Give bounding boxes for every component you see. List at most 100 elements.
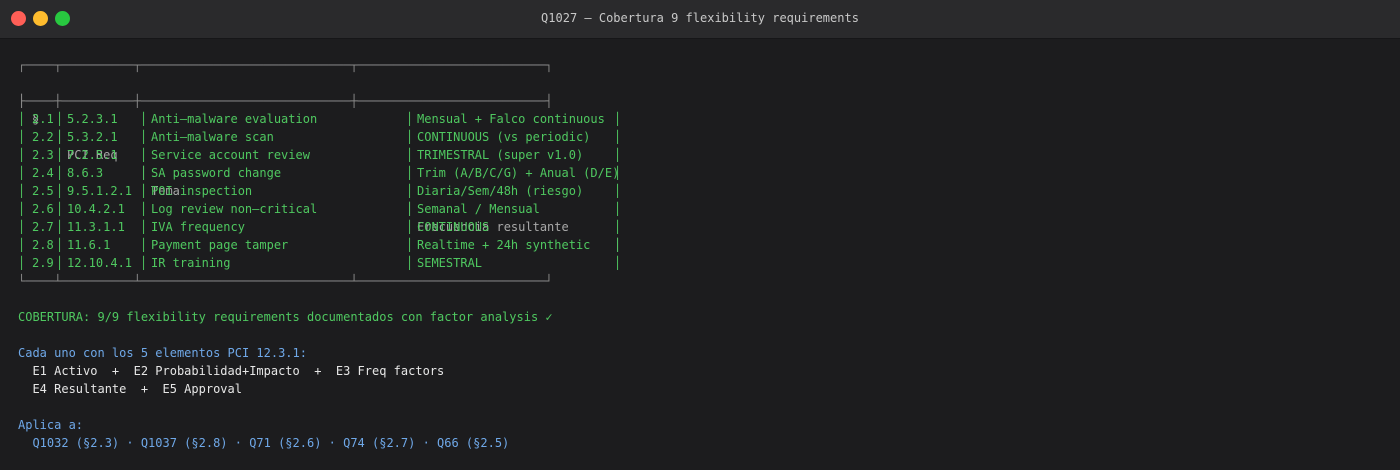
row-border: │ — [406, 148, 414, 162]
row-frecuencia: TRIMESTRAL (super v1.0) — [417, 148, 584, 162]
row-frecuencia: Trim (A/B/C/G) + Anual (D/E) — [417, 166, 620, 180]
row-border: │ — [614, 130, 622, 144]
row-border: │ — [406, 166, 414, 180]
row-tema: Anti–malware scan — [151, 130, 274, 144]
row-border: │ — [140, 184, 148, 198]
row-pci-req: 11.6.1 — [67, 238, 111, 252]
row-border: │ — [56, 130, 64, 144]
row-tema: Log review non–critical — [151, 202, 318, 216]
table-row: │ 2.1 │ 5.2.3.1 │ Anti–malware evaluation │ Men… — [18, 110, 638, 128]
table-row: │ 2.6 │ 10.4.2.1 │ Log review non–critical │ Se… — [18, 200, 638, 218]
window-title: Q1027 — Cobertura 9 flexibility requirem… — [541, 11, 859, 25]
row-border: │ — [614, 112, 622, 126]
row-border: │ — [18, 256, 26, 270]
row-pci-req: 9.5.1.2.1 — [67, 184, 133, 198]
table-row: │ 2.9 │ 12.10.4.1 │ IR training │ SEMESTRAL │ — [18, 254, 638, 272]
row-border: │ — [140, 220, 148, 234]
row-border: │ — [614, 184, 622, 198]
row-frecuencia: Semanal / Mensual — [417, 202, 540, 216]
row-sec: 2.5 — [32, 184, 54, 198]
row-border: │ — [18, 130, 26, 144]
row-border: │ — [18, 148, 26, 162]
row-border: │ — [406, 256, 414, 270]
row-frecuencia: Diaria/Sem/48h (riesgo) — [417, 184, 584, 198]
row-border: │ — [18, 112, 26, 126]
row-border: │ — [56, 202, 64, 216]
row-border: │ — [406, 130, 414, 144]
row-border: │ — [18, 238, 26, 252]
row-sec: 2.8 — [32, 238, 54, 252]
row-border: │ — [56, 184, 64, 198]
row-sec: 2.1 — [32, 112, 54, 126]
row-border: │ — [56, 256, 64, 270]
row-tema: POI inspection — [151, 184, 253, 198]
window-titlebar: Q1027 — Cobertura 9 flexibility requirem… — [0, 0, 1400, 39]
row-border: │ — [18, 220, 26, 234]
row-border: │ — [406, 202, 414, 216]
row-sec: 2.3 — [32, 148, 54, 162]
table-row: │ 2.2 │ 5.3.2.1 │ Anti–malware scan │ CONTINUOU… — [18, 128, 638, 146]
row-border: │ — [406, 112, 414, 126]
row-border: │ — [140, 112, 148, 126]
row-border: │ — [406, 238, 414, 252]
row-pci-req: 8.6.3 — [67, 166, 104, 180]
row-border: │ — [56, 238, 64, 252]
elements-line-2: E4 Resultante + E5 Approval — [18, 382, 242, 396]
row-border: │ — [56, 220, 64, 234]
table-row: │ 2.7 │ 11.3.1.1 │ IVA frequency │ CONTINUOUS │ — [18, 218, 638, 236]
row-pci-req: 12.10.4.1 — [67, 256, 133, 270]
row-sec: 2.4 — [32, 166, 54, 180]
row-pci-req: 5.3.2.1 — [67, 130, 118, 144]
table-border-mid: ├────┼──────────┼───────────────────────… — [18, 94, 553, 108]
row-tema: Anti–malware evaluation — [151, 112, 318, 126]
row-sec: 2.6 — [32, 202, 54, 216]
table-border-bottom: └────┴──────────┴───────────────────────… — [18, 274, 553, 288]
cobertura-line: COBERTURA: 9/9 flexibility requirements … — [18, 310, 553, 324]
row-border: │ — [56, 148, 64, 162]
row-sec: 2.9 — [32, 256, 54, 270]
row-border: │ — [406, 220, 414, 234]
row-tema: IR training — [151, 256, 231, 270]
aplica-heading: Aplica a: — [18, 418, 84, 432]
aplica-line: Q1032 (§2.3) · Q1037 (§2.8) · Q71 (§2.6)… — [18, 436, 510, 450]
row-border: │ — [614, 256, 622, 270]
row-border: │ — [614, 220, 622, 234]
row-frecuencia: Realtime + 24h synthetic — [417, 238, 591, 252]
row-border: │ — [614, 148, 622, 162]
row-pci-req: 11.3.1.1 — [67, 220, 125, 234]
table-border-top: ┌────┬──────────┬───────────────────────… — [18, 58, 553, 72]
row-border: │ — [140, 238, 148, 252]
row-border: │ — [140, 166, 148, 180]
row-tema: IVA frequency — [151, 220, 245, 234]
row-border: │ — [18, 202, 26, 216]
elements-line-1: E1 Activo + E2 Probabilidad+Impacto + E3… — [18, 364, 445, 378]
elements-heading: Cada uno con los 5 elementos PCI 12.3.1: — [18, 346, 307, 360]
row-frecuencia: Mensual + Falco continuous — [417, 112, 605, 126]
row-border: │ — [406, 184, 414, 198]
table-header-row: │ § │ PCI Req │ Tema │ Frecuencia result… — [18, 94, 622, 252]
row-border: │ — [140, 256, 148, 270]
row-tema: SA password change — [151, 166, 282, 180]
row-border: │ — [614, 166, 622, 180]
row-border: │ — [18, 166, 26, 180]
row-tema: Service account review — [151, 148, 310, 162]
table-row: │ 2.3 │ 7.2.5.1 │ Service account review │ TRIM… — [18, 146, 638, 164]
row-sec: 2.2 — [32, 130, 54, 144]
row-border: │ — [140, 202, 148, 216]
row-border: │ — [140, 130, 148, 144]
row-border: │ — [614, 238, 622, 252]
row-border: │ — [140, 148, 148, 162]
table-row: │ 2.5 │ 9.5.1.2.1 │ POI inspection │ Diaria/Sem… — [18, 182, 638, 200]
row-pci-req: 7.2.5.1 — [67, 148, 118, 162]
row-border: │ — [56, 166, 64, 180]
row-tema: Payment page tamper — [151, 238, 289, 252]
table-row: │ 2.8 │ 11.6.1 │ Payment page tamper │ Realtime… — [18, 236, 638, 254]
row-pci-req: 10.4.2.1 — [67, 202, 125, 216]
row-pci-req: 5.2.3.1 — [67, 112, 118, 126]
row-sec: 2.7 — [32, 220, 54, 234]
row-frecuencia: SEMESTRAL — [417, 256, 483, 270]
row-border: │ — [614, 202, 622, 216]
row-frecuencia: CONTINUOUS (vs periodic) — [417, 130, 591, 144]
row-border: │ — [56, 112, 64, 126]
row-border: │ — [18, 184, 26, 198]
